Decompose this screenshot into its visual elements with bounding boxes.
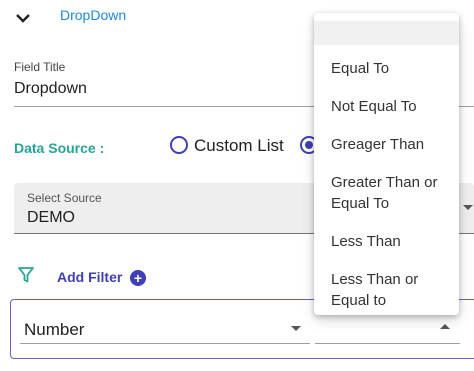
menu-item-equal-to[interactable]: Equal To (331, 58, 451, 79)
field-title-label: Field Title (14, 60, 66, 74)
section-title: DropDown (60, 7, 127, 23)
operator-select-underline (315, 343, 460, 344)
menu-item-not-equal-to[interactable]: Not Equal To (331, 96, 451, 117)
filter-field-arrow-icon[interactable] (291, 326, 301, 331)
filter-field-underline (20, 343, 310, 344)
menu-empty-option[interactable] (314, 21, 459, 45)
menu-item-less-than[interactable]: Less Than (331, 231, 451, 252)
add-filter-button[interactable]: Add Filter (57, 269, 122, 285)
form-builder-panel: DropDown Field Title Dropdown Data Sourc… (0, 0, 474, 371)
select-source-value[interactable]: DEMO (27, 209, 75, 227)
select-source-label: Select Source (27, 191, 102, 205)
filter-field-select[interactable]: Number (24, 320, 84, 340)
data-source-label: Data Source : (14, 140, 105, 156)
custom-list-label[interactable]: Custom List (194, 136, 284, 156)
operator-dropdown-menu: Equal To Not Equal To Greager Than Great… (314, 13, 459, 315)
menu-item-greater-than[interactable]: Greager Than (331, 134, 451, 155)
menu-item-greater-than-or-equal[interactable]: Greater Than or Equal To (331, 172, 451, 214)
custom-list-radio[interactable] (170, 136, 188, 154)
select-source-arrow-icon[interactable] (463, 205, 473, 210)
chevron-down-icon[interactable] (15, 12, 31, 24)
plus-circle-icon[interactable]: + (130, 270, 146, 286)
filter-icon[interactable] (17, 266, 35, 284)
field-title-input[interactable]: Dropdown (14, 80, 87, 98)
menu-item-less-than-or-equal[interactable]: Less Than or Equal to (331, 269, 451, 311)
operator-select-arrow-icon[interactable] (440, 324, 450, 329)
